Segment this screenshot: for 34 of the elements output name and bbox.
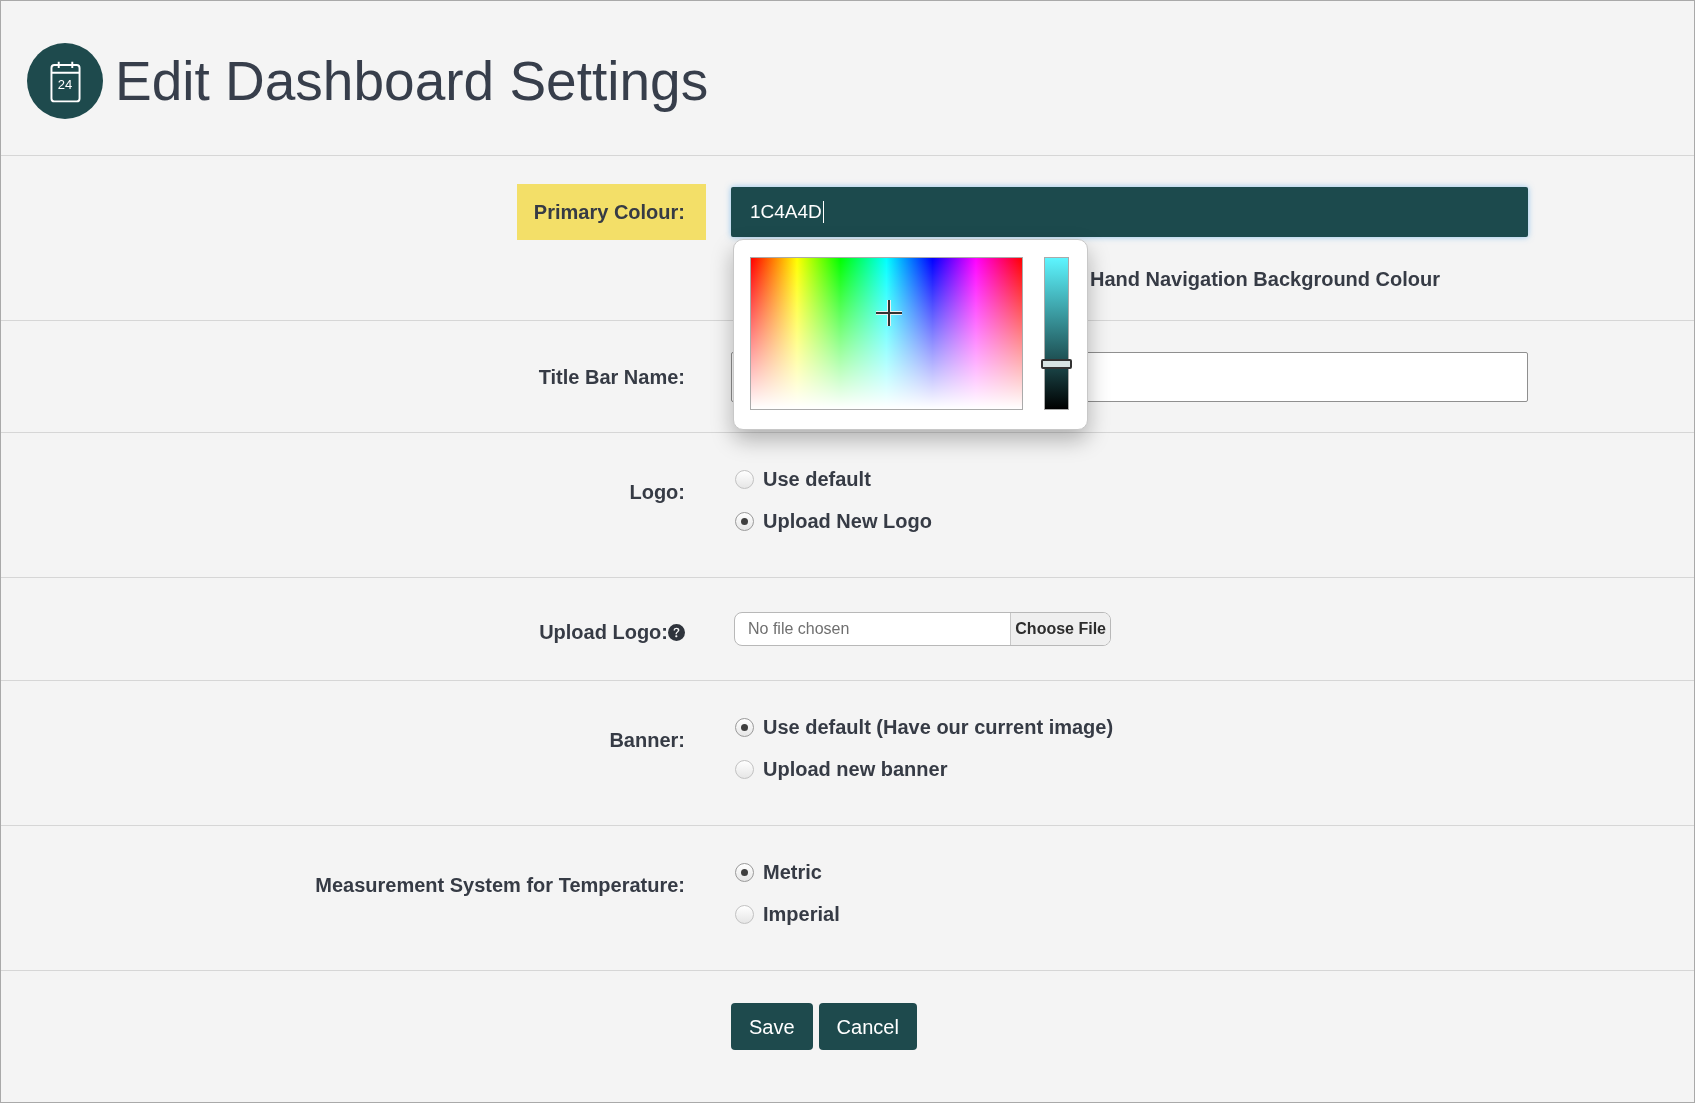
file-input[interactable]: No file chosen Choose File: [734, 612, 1111, 646]
radio-button[interactable]: [735, 862, 754, 882]
field-label: Logo:: [629, 480, 686, 505]
page-title: Edit Dashboard Settings: [115, 49, 709, 113]
field-label: Title Bar Name:: [538, 364, 686, 390]
radio-button[interactable]: [735, 759, 754, 779]
radio-button[interactable]: [735, 469, 754, 489]
radio-label[interactable]: Upload new banner: [763, 754, 948, 784]
radio-button[interactable]: [735, 511, 754, 531]
hint-text: Hand Navigation Background Colour: [1090, 268, 1441, 290]
field-label: Banner:: [609, 728, 686, 753]
radio-label[interactable]: Upload New Logo: [763, 506, 932, 536]
file-status-text: No file chosen: [747, 619, 851, 639]
help-icon[interactable]: [668, 623, 685, 641]
color-input[interactable]: 1C4A4D: [731, 187, 1528, 237]
choose-file-button[interactable]: Choose File: [1010, 613, 1110, 645]
text-caret-icon: [822, 201, 824, 223]
radio-label[interactable]: Use default (Have our current image): [763, 712, 1114, 742]
crosshair-icon[interactable]: [876, 299, 903, 326]
calendar-date-text: 24: [56, 78, 74, 92]
calendar-icon: [49, 59, 81, 103]
field-label: Upload Logo:: [539, 620, 668, 645]
radio-label[interactable]: Imperial: [763, 899, 840, 929]
radio-label[interactable]: Metric: [763, 857, 822, 887]
color-gradient-area[interactable]: [750, 257, 1023, 410]
radio-button[interactable]: [735, 717, 754, 737]
brightness-slider[interactable]: [1044, 257, 1069, 410]
form-button[interactable]: Save: [731, 1003, 813, 1050]
radio-label[interactable]: Use default: [763, 464, 871, 494]
radio-button[interactable]: [735, 904, 754, 924]
slider-thumb[interactable]: [1041, 358, 1072, 369]
field-label: Primary Colour:: [516, 184, 706, 240]
form-button[interactable]: Cancel: [818, 1003, 917, 1050]
field-label: Measurement System for Temperature:: [315, 873, 686, 898]
